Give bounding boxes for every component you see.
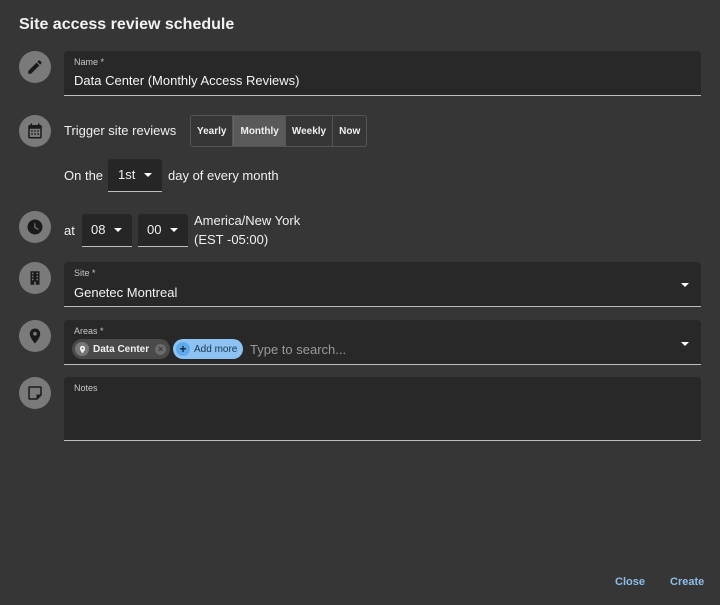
dialog-title: Site access review schedule — [19, 16, 235, 33]
clock-icon — [19, 211, 51, 243]
location-pin-icon — [75, 342, 89, 356]
site-value: Genetec Montreal — [74, 285, 178, 300]
timezone-offset: (EST -05:00) — [194, 232, 269, 247]
add-more-label: Add more — [194, 343, 238, 355]
plus-icon: + — [176, 342, 190, 356]
chevron-down-icon[interactable] — [681, 283, 689, 287]
create-button[interactable]: Create — [670, 576, 704, 588]
timezone-name: America/New York — [194, 213, 301, 228]
trigger-option-weekly[interactable]: Weekly — [286, 116, 334, 146]
areas-label: Areas * — [74, 326, 104, 336]
pencil-icon — [19, 51, 51, 83]
time-prefix: at — [64, 223, 75, 238]
site-field[interactable]: Site * Genetec Montreal — [64, 262, 701, 307]
hour-select[interactable]: 08 — [82, 214, 132, 247]
chevron-down-icon — [114, 228, 122, 232]
area-chip: Data Center × — [72, 339, 171, 359]
minute-select[interactable]: 00 — [138, 214, 188, 247]
add-more-button[interactable]: + Add more — [173, 339, 244, 359]
chevron-down-icon — [144, 173, 152, 177]
trigger-segmented-control: Yearly Monthly Weekly Now — [190, 115, 368, 147]
minute-value: 00 — [147, 222, 162, 237]
trigger-option-yearly[interactable]: Yearly — [191, 116, 234, 146]
site-label: Site * — [74, 268, 96, 278]
chevron-down-icon[interactable] — [681, 342, 689, 346]
trigger-option-now[interactable]: Now — [333, 116, 366, 146]
calendar-icon — [19, 115, 51, 147]
remove-chip-icon[interactable]: × — [155, 343, 167, 355]
day-suffix: day of every month — [168, 168, 279, 183]
areas-search-input[interactable]: Type to search... — [250, 342, 346, 357]
hour-value: 08 — [91, 222, 106, 237]
building-icon — [19, 262, 51, 294]
day-value: 1st — [118, 167, 136, 182]
notes-label: Notes — [74, 383, 98, 393]
day-prefix: On the — [64, 168, 104, 183]
location-pin-icon — [19, 320, 51, 352]
day-select[interactable]: 1st — [108, 159, 162, 192]
note-icon — [19, 377, 51, 409]
close-button[interactable]: Close — [615, 576, 645, 588]
trigger-option-monthly[interactable]: Monthly — [233, 116, 286, 146]
notes-field[interactable]: Notes — [64, 377, 701, 441]
name-field[interactable]: Name * Data Center (Monthly Access Revie… — [64, 51, 701, 96]
name-label: Name * — [74, 57, 105, 67]
trigger-label: Trigger site reviews — [64, 123, 177, 138]
area-chip-label: Data Center — [93, 343, 150, 355]
name-value[interactable]: Data Center (Monthly Access Reviews) — [74, 73, 299, 88]
chevron-down-icon — [170, 228, 178, 232]
